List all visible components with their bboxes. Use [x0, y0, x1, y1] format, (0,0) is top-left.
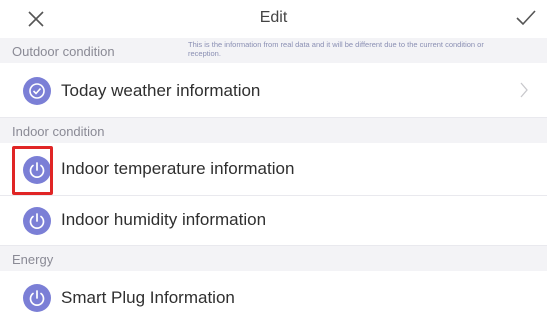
row-label: Smart Plug Information — [61, 288, 235, 307]
section-outdoor-condition: Outdoor condition This is the informatio… — [0, 38, 547, 63]
row-indoor-temperature[interactable]: Indoor temperature information — [0, 143, 547, 196]
section-energy: Energy — [0, 246, 547, 271]
row-label: Indoor humidity information — [61, 210, 267, 229]
check-icon[interactable] — [515, 8, 537, 28]
row-today-weather[interactable]: Today weather information — [0, 63, 547, 118]
page-title: Edit — [259, 9, 288, 26]
section-note: This is the information from real data a… — [188, 40, 484, 58]
row-indoor-humidity[interactable]: Indoor humidity information — [0, 196, 547, 246]
section-label: Indoor condition — [12, 124, 105, 139]
power-icon[interactable] — [23, 284, 51, 312]
check-circle-icon — [23, 77, 51, 105]
section-label: Energy — [12, 252, 54, 267]
row-label: Indoor temperature information — [61, 159, 295, 178]
section-indoor-condition: Indoor condition — [0, 118, 547, 143]
chevron-right-icon — [520, 82, 528, 98]
highlight-box — [12, 146, 53, 195]
section-label: Outdoor condition — [12, 44, 115, 59]
power-icon[interactable] — [23, 207, 51, 235]
row-label: Today weather information — [61, 81, 261, 100]
top-bar: Edit — [0, 0, 547, 38]
row-smart-plug[interactable]: Smart Plug Information — [0, 271, 547, 314]
